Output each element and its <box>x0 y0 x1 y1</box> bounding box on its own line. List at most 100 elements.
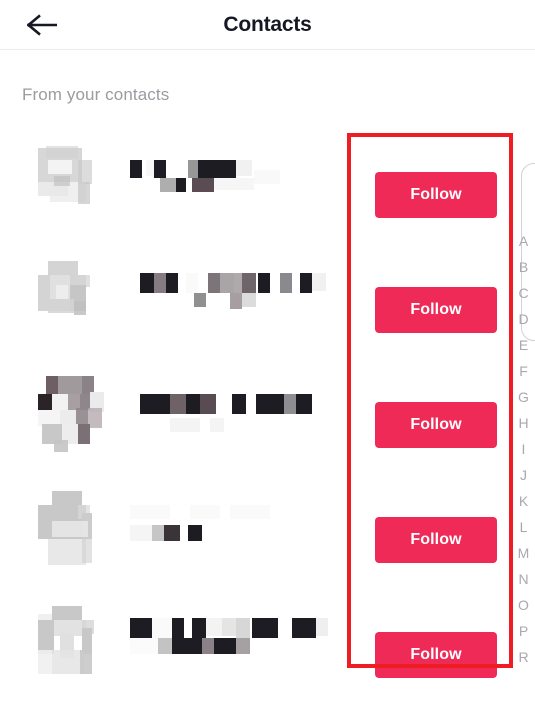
index-letter-a[interactable]: A <box>512 228 535 254</box>
avatar-pixel-block <box>52 394 68 410</box>
contact-name-redacted <box>130 497 340 559</box>
name-pixel-block <box>252 618 278 638</box>
name-pixel-block <box>186 273 198 293</box>
name-pixel-block <box>188 525 202 541</box>
avatar-pixel-block <box>74 301 86 315</box>
avatar-pixel-block <box>52 606 82 620</box>
name-pixel-block <box>192 178 214 192</box>
name-pixel-block <box>242 273 256 293</box>
avatar-pixel-block <box>48 539 86 565</box>
index-letter-c[interactable]: C <box>512 280 535 306</box>
name-pixel-block <box>154 273 166 293</box>
index-letter-g[interactable]: G <box>512 384 535 410</box>
contact-name-redacted <box>130 152 340 214</box>
alphabet-index[interactable]: ABCDEFGHIJKLMNOPR <box>512 228 535 670</box>
name-pixel-block <box>190 505 220 519</box>
name-pixel-block <box>230 293 242 309</box>
follow-button[interactable]: Follow <box>375 287 497 333</box>
avatar[interactable] <box>38 146 96 220</box>
avatar-pixel-block <box>52 491 82 505</box>
name-pixel-block <box>236 618 250 638</box>
avatar-pixel-block <box>48 261 78 275</box>
avatar[interactable] <box>38 261 96 335</box>
avatar-pixel-block <box>38 394 52 410</box>
name-pixel-block <box>316 618 328 636</box>
name-pixel-block <box>206 618 222 636</box>
index-letter-o[interactable]: O <box>512 592 535 618</box>
name-pixel-block <box>300 273 312 293</box>
avatar-pixel-block <box>88 408 102 428</box>
index-letter-h[interactable]: H <box>512 410 535 436</box>
index-letter-r[interactable]: R <box>512 644 535 670</box>
avatar-pixel-block <box>38 620 54 654</box>
name-pixel-block <box>230 505 270 519</box>
name-pixel-block <box>200 394 216 414</box>
avatar-pixel-block <box>54 440 68 452</box>
avatar-pixel-block <box>46 376 58 394</box>
avatar-pixel-block <box>56 285 68 299</box>
name-pixel-block <box>154 160 166 178</box>
name-pixel-block <box>174 160 188 178</box>
avatar[interactable] <box>38 491 96 565</box>
name-pixel-block <box>202 638 214 654</box>
avatar-pixel-block <box>82 539 92 563</box>
contact-name-redacted <box>130 612 340 674</box>
section-label: From your contacts <box>22 85 170 104</box>
avatar[interactable] <box>38 376 104 452</box>
avatar-pixel-block <box>78 160 92 184</box>
index-letter-e[interactable]: E <box>512 332 535 358</box>
avatar-pixel-block <box>38 650 52 674</box>
index-letter-k[interactable]: K <box>512 488 535 514</box>
name-pixel-block <box>254 170 280 184</box>
name-pixel-block <box>130 638 158 654</box>
arrow-left-icon <box>27 13 57 36</box>
avatar[interactable] <box>38 606 96 680</box>
follow-button[interactable]: Follow <box>375 517 497 563</box>
name-pixel-block <box>236 638 250 654</box>
avatar-pixel-block <box>78 424 90 444</box>
page-title: Contacts <box>223 12 312 36</box>
name-pixel-block <box>236 160 252 176</box>
index-letter-n[interactable]: N <box>512 566 535 592</box>
follow-button[interactable]: Follow <box>375 632 497 678</box>
avatar-pixel-block <box>48 160 72 174</box>
name-pixel-block <box>130 505 170 519</box>
name-pixel-block <box>172 618 184 638</box>
app-header: Contacts <box>0 0 535 50</box>
name-pixel-block <box>198 160 236 178</box>
name-pixel-block <box>312 273 326 291</box>
name-pixel-block <box>214 638 236 654</box>
index-letter-p[interactable]: P <box>512 618 535 644</box>
follow-button[interactable]: Follow <box>375 172 497 218</box>
name-pixel-block <box>158 638 172 654</box>
index-letter-f[interactable]: F <box>512 358 535 384</box>
avatar-pixel-block <box>52 521 88 537</box>
name-pixel-block <box>194 293 206 307</box>
name-pixel-block <box>232 394 246 414</box>
index-letter-l[interactable]: L <box>512 514 535 540</box>
name-pixel-block <box>186 394 200 414</box>
index-letter-d[interactable]: D <box>512 306 535 332</box>
name-pixel-block <box>140 394 170 414</box>
name-pixel-block <box>222 618 236 636</box>
index-letter-i[interactable]: I <box>512 436 535 462</box>
name-pixel-block <box>166 273 178 293</box>
name-pixel-block <box>170 394 186 414</box>
avatar-pixel-block <box>46 146 78 158</box>
back-button[interactable] <box>14 0 70 49</box>
name-pixel-block <box>258 273 270 293</box>
name-pixel-block <box>172 638 202 654</box>
avatar-pixel-block <box>54 176 70 186</box>
name-pixel-block <box>214 178 254 190</box>
index-letter-b[interactable]: B <box>512 254 535 280</box>
avatar-pixel-block <box>58 376 84 394</box>
name-pixel-block <box>208 273 220 293</box>
contact-name-redacted <box>130 382 340 444</box>
name-pixel-block <box>280 273 292 293</box>
index-letter-m[interactable]: M <box>512 540 535 566</box>
contact-name-redacted <box>130 267 340 329</box>
index-letter-j[interactable]: J <box>512 462 535 488</box>
name-pixel-block <box>160 178 176 192</box>
follow-button[interactable]: Follow <box>375 402 497 448</box>
name-pixel-block <box>242 293 256 307</box>
